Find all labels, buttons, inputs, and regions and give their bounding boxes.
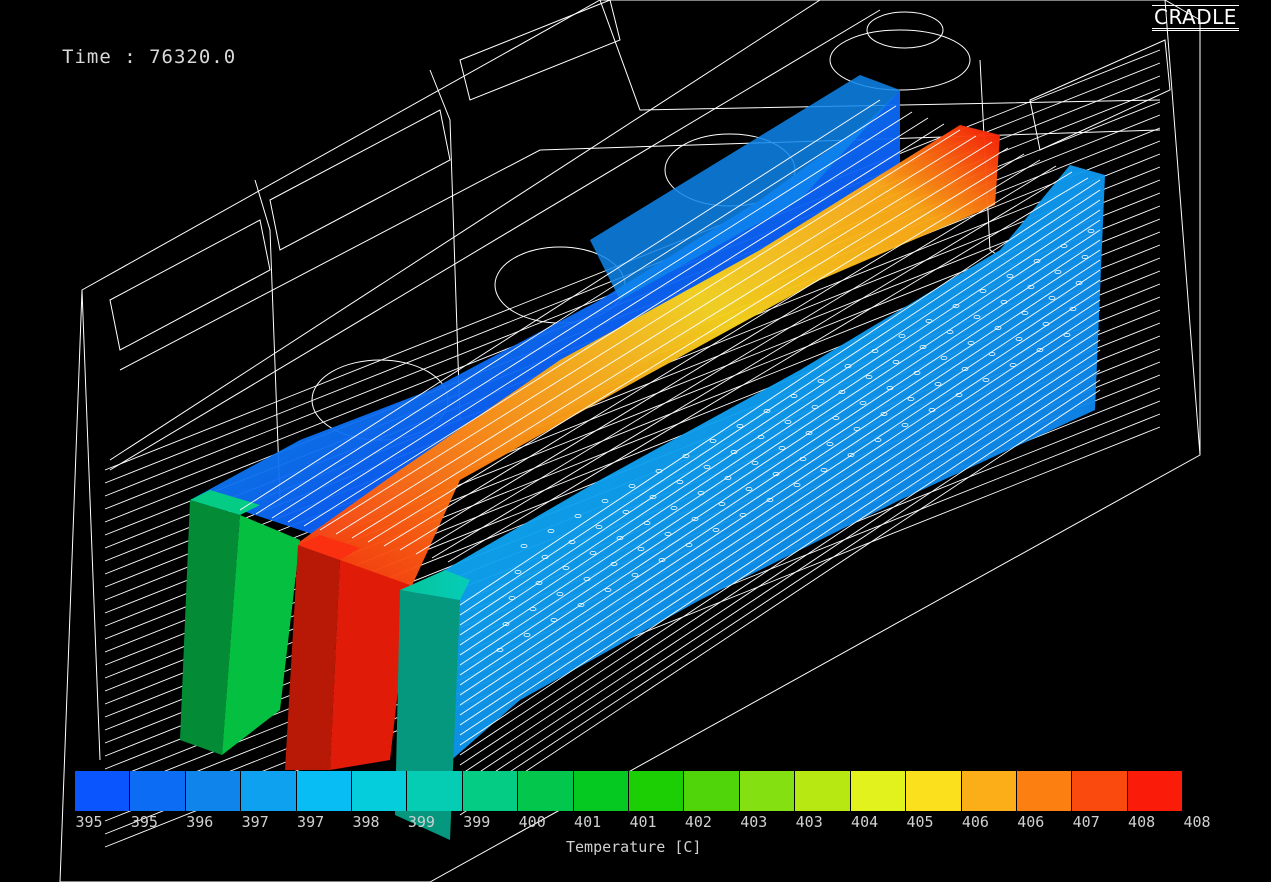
legend-swatch xyxy=(241,771,297,811)
legend-tick-label: 406 xyxy=(961,813,989,831)
legend-swatch xyxy=(462,771,519,811)
legend-title: Temperature [C] xyxy=(566,838,702,856)
legend-swatch xyxy=(352,771,408,811)
legend-tick-label: 403 xyxy=(795,813,823,831)
legend-swatch xyxy=(1072,771,1128,811)
legend-tick-label: 399 xyxy=(407,813,435,831)
legend-tick-label: 407 xyxy=(1072,813,1100,831)
legend-tick-label: 401 xyxy=(629,813,657,831)
legend-tick-labels: 395 395 396 397 397 398 399 399 400 401 401 402 403 4… xyxy=(0,813,1271,833)
legend-tick-label: 408 xyxy=(1128,813,1156,831)
legend-tick-label: 398 xyxy=(352,813,380,831)
legend-swatch xyxy=(961,771,1017,811)
legend-tick-label: 397 xyxy=(297,813,325,831)
legend-swatch xyxy=(850,771,907,811)
legend-tick-label: 396 xyxy=(186,813,214,831)
legend-tick-label: 395 xyxy=(130,813,158,831)
legend-tick-label: 405 xyxy=(906,813,934,831)
legend-swatch xyxy=(518,771,574,811)
cradle-logo: CRADLE xyxy=(1152,5,1239,31)
legend-swatch xyxy=(1016,771,1073,811)
legend-swatch xyxy=(795,771,851,811)
3d-viewport[interactable] xyxy=(0,0,1271,882)
legend-swatch xyxy=(906,771,962,811)
legend-swatch xyxy=(684,771,740,811)
legend-swatch xyxy=(407,771,463,811)
legend-tick-label: 395 xyxy=(75,813,103,831)
wireframe-housing xyxy=(59,0,1201,882)
legend-swatch xyxy=(296,771,353,811)
legend-tick-label: 408 xyxy=(1183,813,1211,831)
legend-swatch xyxy=(130,771,186,811)
legend-tick-label: 399 xyxy=(463,813,491,831)
legend-swatch xyxy=(1127,771,1184,811)
legend-swatch xyxy=(185,771,242,811)
color-legend-bar xyxy=(75,771,1184,811)
legend-tick-label: 397 xyxy=(241,813,269,831)
plate-outline-line xyxy=(459,249,1101,676)
legend-tick-label: 404 xyxy=(851,813,879,831)
legend-tick-label: 402 xyxy=(684,813,712,831)
legend-tick-label: 406 xyxy=(1017,813,1045,831)
legend-swatch xyxy=(75,771,131,811)
legend-swatch xyxy=(629,771,685,811)
legend-tick-label: 403 xyxy=(740,813,768,831)
legend-swatch xyxy=(739,771,796,811)
legend-swatch xyxy=(573,771,630,811)
legend-tick-label: 401 xyxy=(574,813,602,831)
legend-tick-label: 400 xyxy=(518,813,546,831)
time-label: Time : 76320.0 xyxy=(62,46,237,68)
